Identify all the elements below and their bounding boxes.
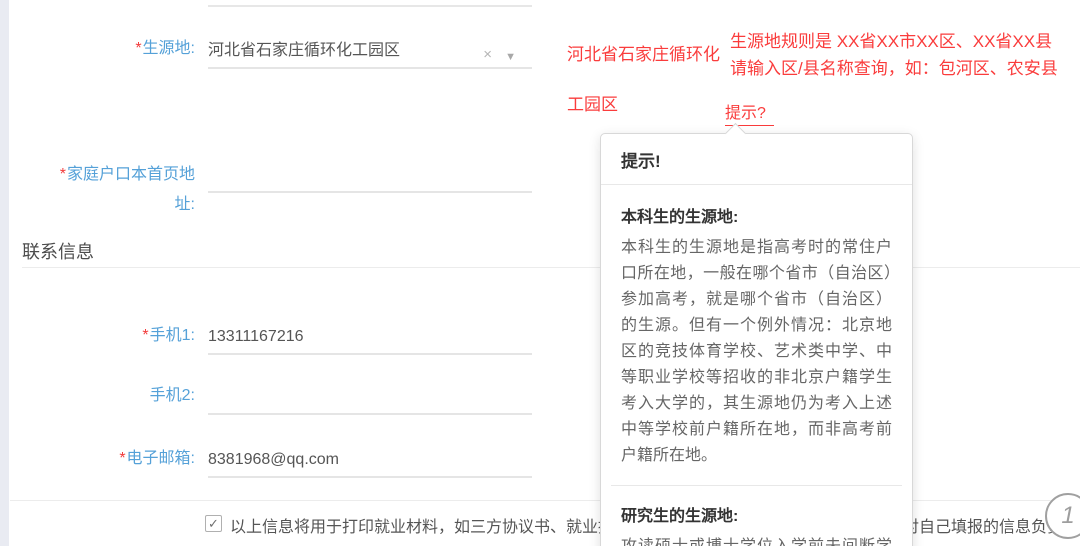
origin-echo-text: 河北省石家庄循环化工园区 xyxy=(567,30,727,130)
tooltip-section-divider xyxy=(611,485,902,486)
previous-field-underline xyxy=(208,5,532,7)
origin-rules-line2: 请输入区/县名称查询，如：包河区、农安县 xyxy=(730,55,1065,82)
mobile2-label: 手机2: xyxy=(20,385,195,407)
email-value: 8381968@qq.com xyxy=(208,451,339,468)
origin-select[interactable]: 河北省石家庄循环化工园区 × ▼ xyxy=(208,35,532,69)
tooltip-title: 提示! xyxy=(601,134,912,185)
consent-text-left: 以上信息将用于打印就业材料，如三方协议书、就业推 xyxy=(230,513,614,537)
tooltip-body: 本科生的生源地: 本科生的生源地是指高考时的常住户口所在地，一般在哪个省市（自治… xyxy=(601,185,912,546)
email-input[interactable]: 8381968@qq.com xyxy=(208,444,532,478)
origin-select-value: 河北省石家庄循环化工园区 xyxy=(208,42,400,59)
household-label-line2: 址: xyxy=(175,196,195,213)
email-label-text: 电子邮箱: xyxy=(127,450,195,467)
required-asterisk: * xyxy=(119,450,125,467)
contact-section-divider xyxy=(22,267,1080,268)
contact-section-title: 联系信息 xyxy=(22,238,94,264)
page-left-gutter xyxy=(0,0,9,546)
mobile2-label-text: 手机2: xyxy=(150,387,195,404)
origin-label-text: 生源地: xyxy=(143,40,195,57)
tooltip-heading-undergrad: 本科生的生源地: xyxy=(621,203,892,227)
checkmark-icon: ✓ xyxy=(208,516,219,531)
required-asterisk: * xyxy=(142,327,148,344)
mobile1-label-text: 手机1: xyxy=(150,327,195,344)
mobile2-input[interactable] xyxy=(208,381,532,415)
household-address-input[interactable] xyxy=(208,159,532,193)
tooltip-paragraph-grad: 攻读硕士或博士学位入学前未间断学业，由本科起连续攻读的，其生源地确定按照本科生生… xyxy=(621,534,892,546)
profile-form-page: *生源地: 河北省石家庄循环化工园区 × ▼ 河北省石家庄循环化工园区 生源地规… xyxy=(0,0,1080,546)
household-label-line1: 家庭户口本首页地 xyxy=(67,166,195,183)
mobile1-input[interactable]: 13311167216 xyxy=(208,321,532,355)
email-label: *电子邮箱: xyxy=(20,448,195,470)
origin-rules-text: 生源地规则是 XX省XX市XX区、XX省XX县 请输入区/县名称查询，如：包河区… xyxy=(730,28,1065,82)
required-asterisk: * xyxy=(60,166,66,183)
badge-number: 1 xyxy=(1061,502,1074,529)
mobile1-label: *手机1: xyxy=(20,325,195,347)
tooltip-paragraph-undergrad: 本科生的生源地是指高考时的常住户口所在地，一般在哪个省市（自治区）参加高考，就是… xyxy=(621,235,892,469)
chevron-down-icon[interactable]: ▼ xyxy=(505,41,516,73)
hint-tooltip: 提示! 本科生的生源地: 本科生的生源地是指高考时的常住户口所在地，一般在哪个省… xyxy=(600,133,913,546)
tooltip-heading-grad: 研究生的生源地: xyxy=(621,502,892,526)
household-address-label: *家庭户口本首页地 址: xyxy=(20,160,195,220)
mobile1-value: 13311167216 xyxy=(208,328,304,345)
hint-link[interactable]: 提示? xyxy=(725,99,774,126)
consent-checkbox[interactable]: ✓ xyxy=(205,515,222,532)
origin-rules-line1: 生源地规则是 XX省XX市XX区、XX省XX县 xyxy=(730,28,1065,55)
origin-field-label: *生源地: xyxy=(20,38,195,60)
clear-icon[interactable]: × xyxy=(483,39,492,71)
required-asterisk: * xyxy=(135,40,141,57)
bottom-divider xyxy=(10,500,1080,501)
